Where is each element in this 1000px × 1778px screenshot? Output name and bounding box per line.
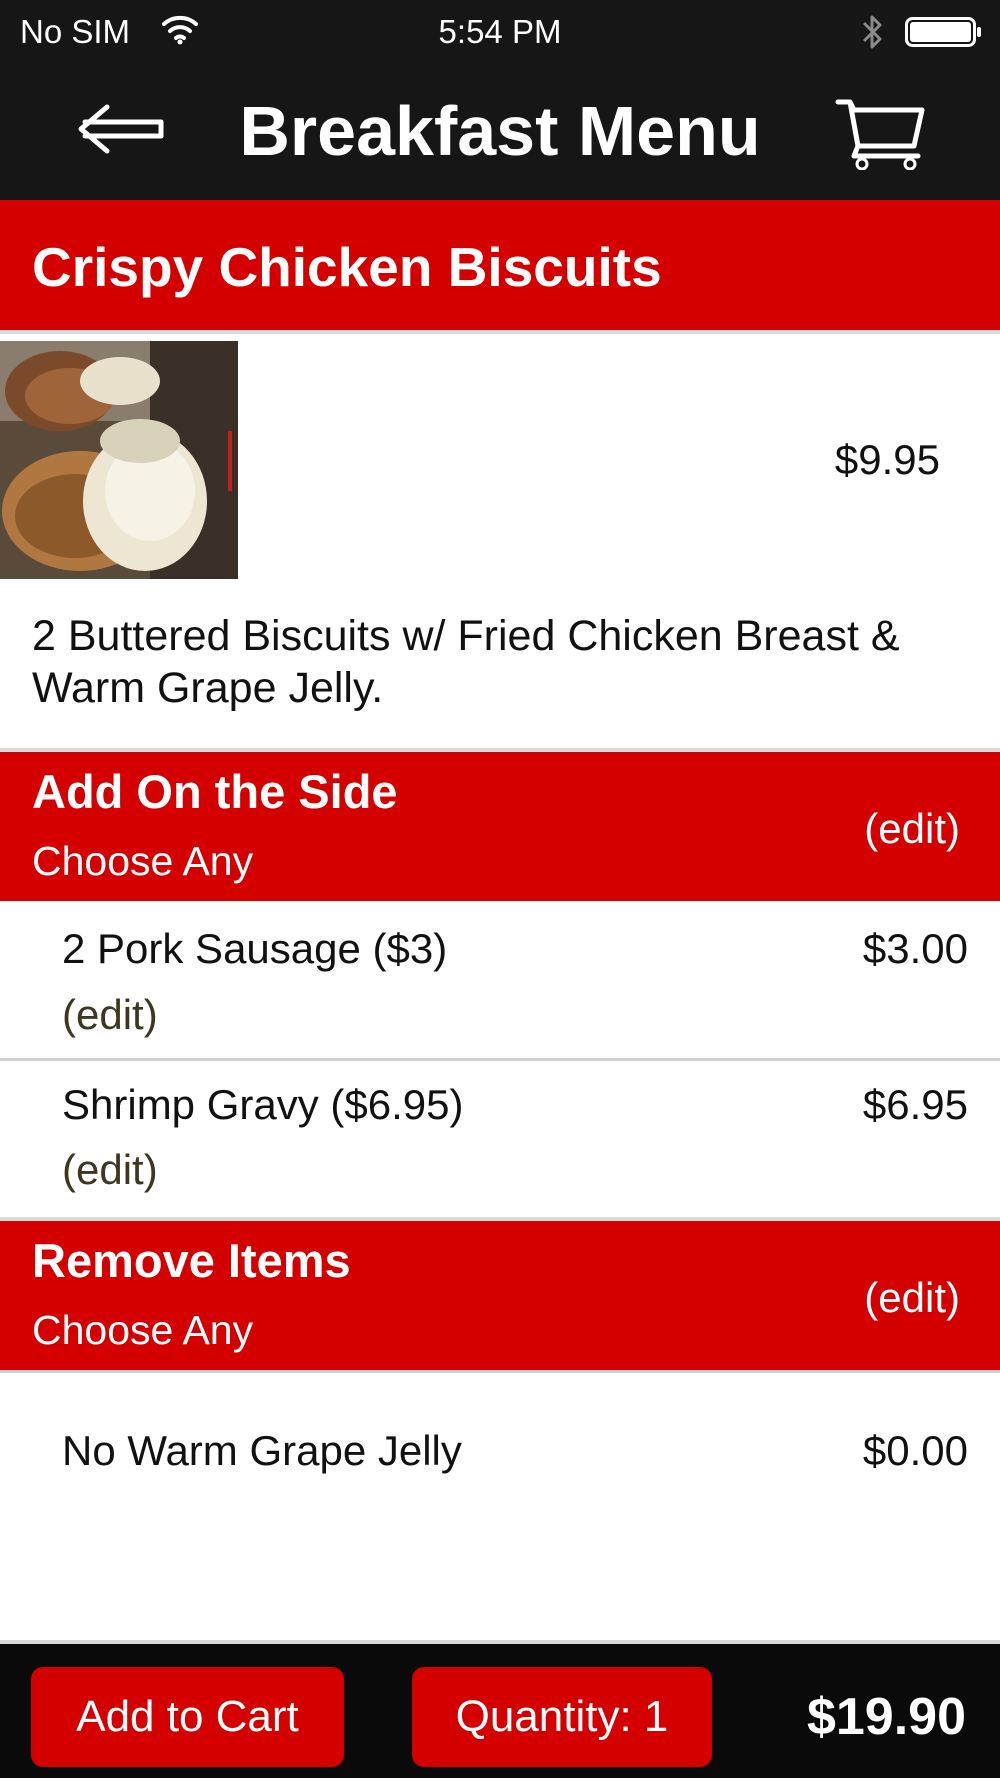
bluetooth-icon xyxy=(862,15,882,49)
section-header-add-on: Add On the Side Choose Any (edit) xyxy=(0,748,1000,901)
item-price: $9.95 xyxy=(834,436,940,483)
section-header-remove-items: Remove Items Choose Any (edit) xyxy=(0,1217,1000,1370)
option-label: No Warm Grape Jelly xyxy=(62,1427,462,1474)
option-row[interactable]: No Warm Grape Jelly $0.00 xyxy=(0,1373,1000,1533)
cart-button[interactable] xyxy=(832,96,932,171)
section-edit-link[interactable]: (edit) xyxy=(820,799,960,859)
option-price: $6.95 xyxy=(862,1081,968,1128)
section-subtitle: Choose Any xyxy=(32,1307,254,1353)
total-price: $19.90 xyxy=(806,1688,966,1746)
option-label: 2 Pork Sausage ($3) xyxy=(62,925,448,972)
option-edit-link[interactable]: (edit) xyxy=(62,1140,158,1200)
option-row[interactable]: 2 Pork Sausage ($3) $3.00 (edit) xyxy=(0,901,1000,1058)
battery-icon xyxy=(905,17,981,47)
item-title: Crispy Chicken Biscuits xyxy=(32,236,662,298)
item-description: 2 Buttered Biscuits w/ Fried Chicken Bre… xyxy=(32,612,900,712)
option-price: $3.00 xyxy=(862,925,968,972)
option-row[interactable]: Shrimp Gravy ($6.95) $6.95 (edit) xyxy=(0,1061,1000,1219)
option-edit-link[interactable]: (edit) xyxy=(62,985,158,1045)
back-button[interactable] xyxy=(70,98,170,160)
item-photo xyxy=(0,341,238,579)
back-arrow-icon xyxy=(78,104,164,154)
nav-bar: Breakfast Menu xyxy=(0,62,1000,200)
item-header: Crispy Chicken Biscuits xyxy=(0,200,1000,334)
option-label: Shrimp Gravy ($6.95) xyxy=(62,1081,464,1128)
bottom-bar: Add to Cart Quantity: 1 $19.90 xyxy=(0,1640,1000,1778)
add-to-cart-button[interactable]: Add to Cart xyxy=(31,1667,344,1767)
status-bar: No SIM 5:54 PM xyxy=(0,0,1000,62)
status-time: 5:54 PM xyxy=(438,13,562,50)
cart-icon xyxy=(835,99,925,171)
quantity-button[interactable]: Quantity: 1 xyxy=(412,1667,712,1767)
section-edit-link[interactable]: (edit) xyxy=(820,1268,960,1328)
section-title: Add On the Side xyxy=(32,765,398,818)
section-subtitle: Choose Any xyxy=(32,838,254,884)
option-price: $0.00 xyxy=(862,1427,968,1474)
biscuit-photo-image xyxy=(0,341,238,579)
section-title: Remove Items xyxy=(32,1234,351,1287)
